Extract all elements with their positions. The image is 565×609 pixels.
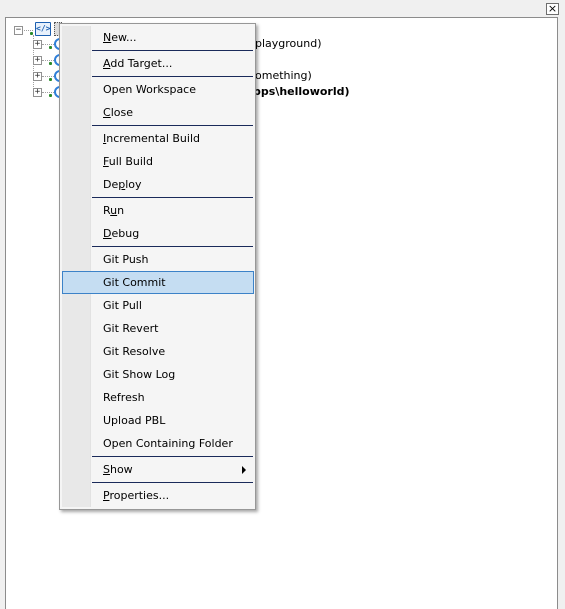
menu-item-label: Open Workspace <box>103 83 197 96</box>
menu-item-debug[interactable]: Debug <box>62 223 254 244</box>
menu-item-git-show-log[interactable]: Git Show Log <box>62 364 254 385</box>
menu-item-git-revert[interactable]: Git Revert <box>62 318 254 339</box>
menu-item-properties[interactable]: Properties... <box>62 485 254 506</box>
status-dot-icon <box>49 46 52 49</box>
tree-item-label: pps\helloworld) <box>253 85 350 98</box>
menu-item-label: Close <box>103 106 133 119</box>
tree-connector <box>42 76 54 77</box>
menu-item-full-build[interactable]: Full Build <box>62 151 254 172</box>
menu-item-label: Open Containing Folder <box>103 437 233 450</box>
tree-connector <box>42 44 54 45</box>
menu-item-label: Debug <box>103 227 140 240</box>
menu-item-label: Full Build <box>103 155 153 168</box>
tree-item-label: omething) <box>255 69 312 82</box>
menu-item-close[interactable]: Close <box>62 102 254 123</box>
close-icon[interactable]: × <box>546 3 559 15</box>
tree-connector <box>42 92 54 93</box>
menu-item-show[interactable]: Show <box>62 459 254 480</box>
menu-item-label: New... <box>103 31 137 44</box>
menu-item-label: Git Revert <box>103 322 159 335</box>
menu-item-incremental-build[interactable]: Incremental Build <box>62 128 254 149</box>
menu-separator <box>92 482 253 483</box>
expand-icon[interactable]: + <box>33 88 42 97</box>
menu-item-git-push[interactable]: Git Push <box>62 249 254 270</box>
menu-item-label: Git Show Log <box>103 368 176 381</box>
expand-icon[interactable]: + <box>33 72 42 81</box>
menu-item-label: Upload PBL <box>103 414 166 427</box>
menu-item-git-resolve[interactable]: Git Resolve <box>62 341 254 362</box>
expand-icon[interactable]: + <box>33 40 42 49</box>
collapse-icon[interactable]: − <box>14 26 23 35</box>
menu-item-open-containing-folder[interactable]: Open Containing Folder <box>62 433 254 454</box>
menu-separator <box>92 246 253 247</box>
menu-item-refresh[interactable]: Refresh <box>62 387 254 408</box>
ide-panel: × − </> + playground) + + omething) + pp… <box>0 0 565 609</box>
context-menu: New... Add Target... Open Workspace Clos… <box>59 23 256 510</box>
status-dot-icon <box>49 94 52 97</box>
menu-item-new[interactable]: New... <box>62 27 254 48</box>
menu-separator <box>92 197 253 198</box>
menu-item-git-pull[interactable]: Git Pull <box>62 295 254 316</box>
menu-item-git-commit[interactable]: Git Commit <box>62 271 254 294</box>
menu-item-label: Git Commit <box>103 276 166 289</box>
tree-connector <box>42 60 54 61</box>
expand-icon[interactable]: + <box>33 56 42 65</box>
menu-separator <box>92 50 253 51</box>
menu-item-label: Git Resolve <box>103 345 166 358</box>
status-dot-icon <box>49 78 52 81</box>
status-dot-icon <box>30 32 33 35</box>
menu-item-run[interactable]: Run <box>62 200 254 221</box>
menu-item-open-workspace[interactable]: Open Workspace <box>62 79 254 100</box>
menu-separator <box>92 76 253 77</box>
menu-item-label: Show <box>103 463 133 476</box>
menu-item-add-target[interactable]: Add Target... <box>62 53 254 74</box>
menu-item-label: Git Push <box>103 253 149 266</box>
menu-item-label: Add Target... <box>103 57 173 70</box>
menu-separator <box>92 456 253 457</box>
panel-titlebar: × <box>0 0 565 17</box>
menu-item-deploy[interactable]: Deploy <box>62 174 254 195</box>
menu-separator <box>92 125 253 126</box>
menu-item-label: Run <box>103 204 125 217</box>
tree-item-label: playground) <box>255 37 322 50</box>
menu-item-label: Deploy <box>103 178 142 191</box>
submenu-arrow-icon <box>242 466 246 474</box>
menu-item-label: Refresh <box>103 391 145 404</box>
menu-item-label: Git Pull <box>103 299 142 312</box>
status-dot-icon <box>49 62 52 65</box>
workspace-icon: </> <box>35 22 51 36</box>
menu-item-upload-pbl[interactable]: Upload PBL <box>62 410 254 431</box>
menu-item-label: Properties... <box>103 489 170 502</box>
menu-item-label: Incremental Build <box>103 132 200 145</box>
